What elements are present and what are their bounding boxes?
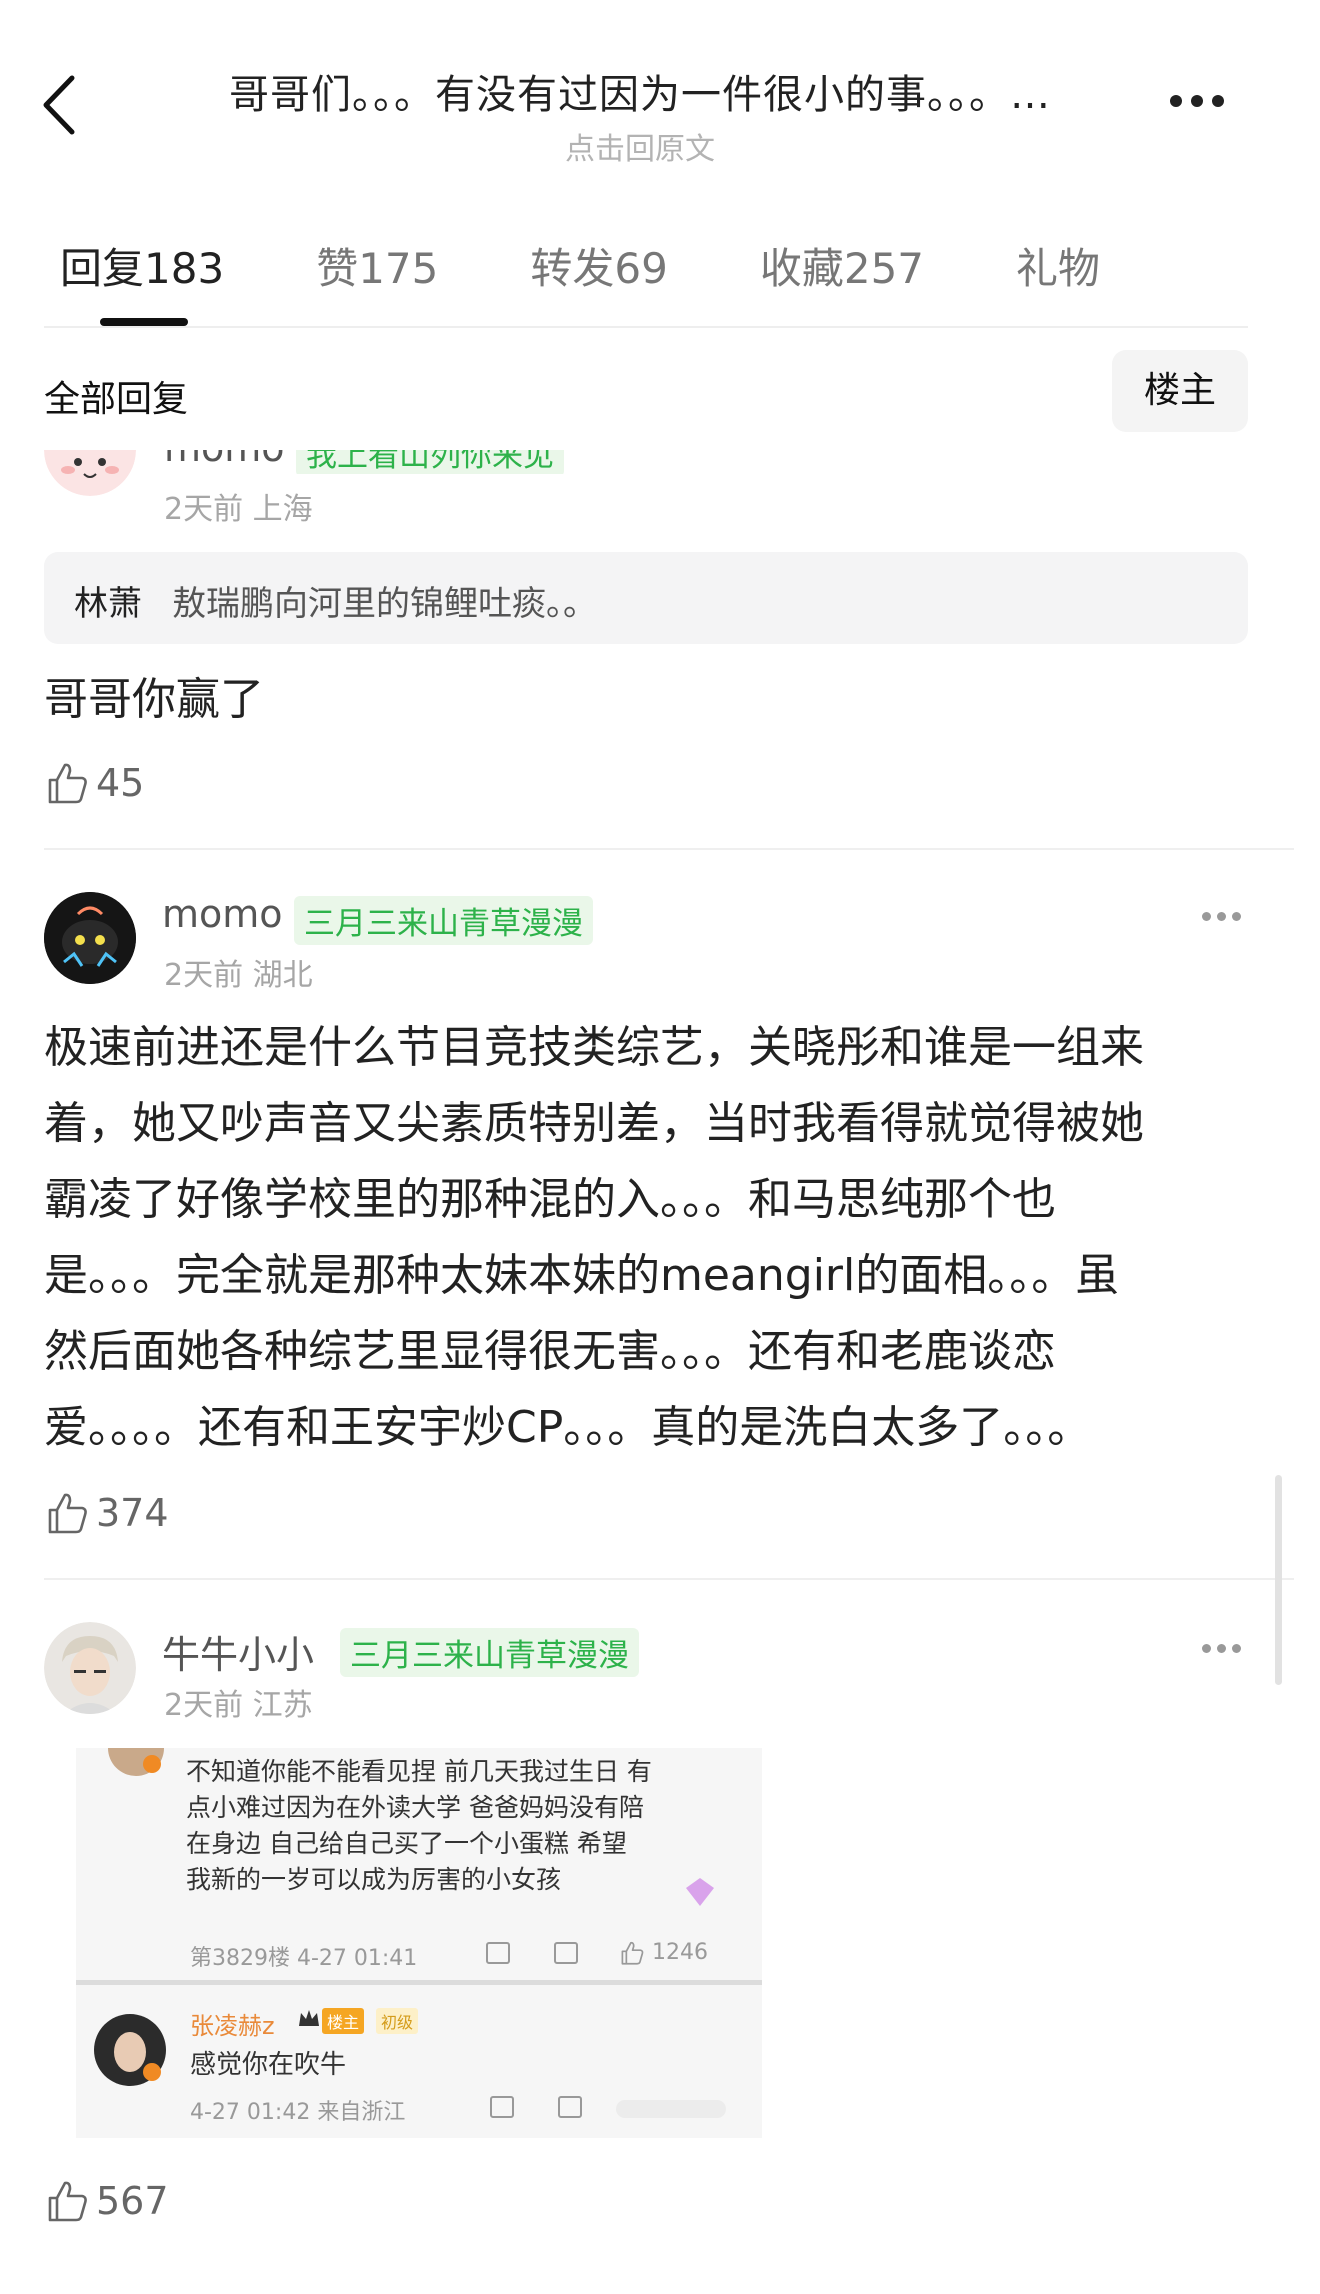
quoted-text: 敖瑞鹏向河里的锦鲤吐痰。。 [172, 584, 597, 624]
embedded-line: 不知道你能不能看见捏 前几天我过生日 有 [186, 1757, 652, 1786]
thumbs-up-icon [48, 763, 87, 804]
quoted-reply[interactable]: 林萧 敖瑞鹏向河里的锦鲤吐痰。。 [44, 552, 1248, 644]
comment-icon [558, 2096, 582, 2118]
user-tag: 三月三来山青草漫漫 [294, 896, 593, 945]
quoted-username: 林萧 [74, 584, 142, 624]
avatar[interactable] [44, 1622, 136, 1714]
divider [44, 326, 1248, 328]
avatar-image [44, 892, 136, 984]
share-icon [490, 2096, 514, 2118]
like-button[interactable]: 374 [44, 1488, 169, 1538]
embedded-line: 在身边 自己给自己买了一个小蛋糕 希望 [186, 1829, 627, 1858]
tab-count: 257 [843, 244, 925, 293]
crown-icon [299, 2010, 319, 2026]
comment-text: 哥哥你赢了 [44, 674, 264, 725]
tab-gifts[interactable]: 礼物 [1016, 235, 1100, 296]
blurred-area [616, 2100, 726, 2118]
username[interactable]: 牛牛小小 [162, 1624, 314, 1679]
attached-screenshot[interactable]: 不知道你能不能看见捏 前几天我过生日 有 点小难过因为在外读大学 爸爸妈妈没有陪… [76, 1748, 762, 2138]
level-badge: 初级 [376, 2008, 419, 2034]
active-tab-indicator [100, 318, 188, 326]
tab-label: 回复 [60, 244, 145, 293]
chevron-left-icon [43, 75, 75, 135]
owner-badge: 楼主 [322, 2008, 365, 2034]
like-count: 374 [96, 1491, 169, 1535]
tab-replies[interactable]: 回复183 [60, 235, 224, 296]
dot-icon [1170, 95, 1182, 107]
tab-bar: 回复183 赞175 转发69 收藏257 礼物 [60, 235, 1192, 296]
tab-count: 69 [614, 244, 668, 293]
gem-icon [686, 1878, 714, 1906]
avatar[interactable] [44, 892, 136, 984]
post-title-area[interactable]: 哥哥们。。。有没有过因为一件很小的事。。。… 点击回原文 [170, 62, 1110, 168]
back-button[interactable] [36, 70, 96, 140]
tab-reposts[interactable]: 转发69 [530, 235, 667, 296]
comment-text: 极速前进还是什么节目竞技类综艺，关晓彤和谁是一组来 着，她又吵声音又尖素质特别差… [44, 1010, 1254, 1466]
share-icon [486, 1942, 510, 1964]
embedded-line: 我新的一岁可以成为厉害的小女孩 [186, 1865, 562, 1894]
comment-line: 是。。。完全就是那种太妹本妹的meangirl的面相。。。虽 [44, 1250, 1120, 1301]
comment-line: 霸凌了好像学校里的那种混的入。。。和马思纯那个也 [44, 1174, 1056, 1225]
tab-count: 183 [144, 244, 225, 293]
tab-likes[interactable]: 赞175 [316, 235, 438, 296]
dot-icon [1232, 1644, 1241, 1653]
embedded-post-text: 不知道你能不能看见捏 前几天我过生日 有 点小难过因为在外读大学 爸爸妈妈没有陪… [186, 1754, 746, 1898]
comment-more-button[interactable] [1202, 1638, 1252, 1658]
divider [44, 1578, 1294, 1580]
tab-label: 收藏 [759, 244, 844, 293]
comment-line: 极速前进还是什么节目竞技类综艺，关晓彤和谁是一组来 [44, 1022, 1144, 1073]
comment-icon [554, 1942, 578, 1964]
username[interactable]: momo [164, 450, 285, 470]
embedded-reply-text: 感觉你在吹牛 [190, 2050, 347, 2080]
tab-count: 175 [358, 244, 439, 293]
like-count: 45 [96, 761, 145, 805]
comment-header-clipped: momo 我上看山列你来见 [160, 450, 580, 474]
dot-icon [1217, 912, 1226, 921]
scrollbar[interactable] [1275, 1475, 1282, 1685]
comment-line: 然后面她各种综艺里显得很无害。。。还有和老鹿谈恋 [44, 1326, 1056, 1377]
tab-label: 礼物 [1016, 244, 1101, 293]
tab-favorites[interactable]: 收藏257 [760, 235, 924, 296]
thumbs-up-icon [48, 2181, 87, 2222]
comment-more-button[interactable] [1202, 906, 1252, 926]
like-count: 567 [96, 2179, 169, 2223]
thumbs-up-icon [48, 1493, 87, 1534]
embedded-floor-meta: 第3829楼 4-27 01:41 [190, 1946, 418, 1971]
more-options-button[interactable] [1170, 92, 1240, 118]
owner-only-button[interactable]: 楼主 [1112, 350, 1248, 432]
dot-icon [1217, 1644, 1226, 1653]
comment-meta: 2天前 湖北 [164, 958, 313, 993]
embedded-avatar [108, 1748, 164, 1776]
divider [44, 848, 1294, 850]
user-tag: 三月三来山青草漫漫 [340, 1628, 639, 1677]
all-replies-label: 全部回复 [44, 379, 189, 420]
comment-line: 着，她又吵声音又尖素质特别差，当时我看得就觉得被她 [44, 1098, 1144, 1149]
tab-label: 转发 [530, 244, 615, 293]
comment-meta: 2天前 上海 [164, 492, 313, 527]
dot-icon [1191, 95, 1203, 107]
divider [76, 1980, 762, 1985]
dot-icon [1232, 912, 1241, 921]
thumbs-up-icon [621, 1941, 644, 1965]
username[interactable]: momo [162, 892, 283, 936]
comment-meta: 2天前 江苏 [164, 1688, 313, 1723]
dot-icon [1212, 95, 1224, 107]
user-tag: 我上看山列你来见 [296, 450, 564, 474]
embedded-like-count: 1246 [652, 1940, 708, 1965]
comment-line: 爱。。。。还有和王安宇炒CP。。。真的是洗白太多了。。。 [44, 1402, 1092, 1453]
embedded-line: 点小难过因为在外读大学 爸爸妈妈没有陪 [186, 1793, 644, 1822]
back-to-original-link[interactable]: 点击回原文 [170, 124, 1110, 168]
dot-icon [1202, 912, 1211, 921]
avatar-image [44, 1622, 136, 1714]
post-title: 哥哥们。。。有没有过因为一件很小的事。。。… [229, 72, 1051, 118]
embedded-reply-username: 张凌赫z [190, 2012, 275, 2040]
dot-icon [1202, 1644, 1211, 1653]
tab-label: 赞 [316, 244, 359, 293]
embedded-reply-meta: 4-27 01:42 来自浙江 [190, 2100, 406, 2125]
embedded-avatar [94, 2014, 166, 2086]
like-button[interactable]: 45 [44, 758, 144, 808]
like-button[interactable]: 567 [44, 2176, 169, 2226]
